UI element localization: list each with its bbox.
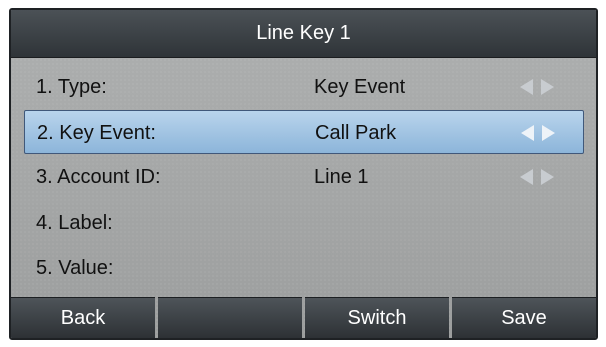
setting-row-label[interactable]: 4. Label:	[24, 201, 584, 245]
left-arrow-icon[interactable]	[520, 169, 533, 185]
setting-row-account-id[interactable]: 3. Account ID: Line 1	[24, 155, 584, 199]
setting-label: 3. Account ID:	[36, 166, 161, 188]
softkey-bar: Back Switch Save	[11, 297, 596, 338]
left-arrow-icon[interactable]	[520, 79, 533, 95]
setting-label: 2. Key Event:	[37, 122, 156, 144]
setting-row-key-event[interactable]: 2. Key Event: Call Park	[24, 110, 584, 154]
left-arrow-icon[interactable]	[521, 125, 534, 141]
setting-label: 4. Label:	[36, 212, 113, 234]
value-arrows[interactable]	[521, 111, 555, 155]
switch-softkey[interactable]: Switch	[305, 297, 449, 338]
setting-label: 1. Type:	[36, 76, 107, 98]
setting-value: Call Park	[315, 122, 397, 144]
right-arrow-icon[interactable]	[541, 169, 554, 185]
empty-softkey[interactable]	[158, 297, 302, 338]
value-arrows[interactable]	[520, 155, 554, 199]
setting-value: Key Event	[314, 76, 406, 98]
back-softkey[interactable]: Back	[11, 297, 155, 338]
setting-row-value[interactable]: 5. Value:	[24, 246, 584, 290]
setting-row-type[interactable]: 1. Type: Key Event	[24, 65, 584, 109]
phone-screen: Line Key 1 1. Type: Key Event 2. Key Eve…	[9, 8, 598, 340]
setting-label: 5. Value:	[36, 257, 114, 279]
value-arrows[interactable]	[520, 65, 554, 109]
setting-value: Line 1	[314, 166, 369, 188]
save-softkey[interactable]: Save	[452, 297, 596, 338]
screen-title: Line Key 1	[11, 10, 596, 58]
right-arrow-icon[interactable]	[541, 79, 554, 95]
right-arrow-icon[interactable]	[542, 125, 555, 141]
